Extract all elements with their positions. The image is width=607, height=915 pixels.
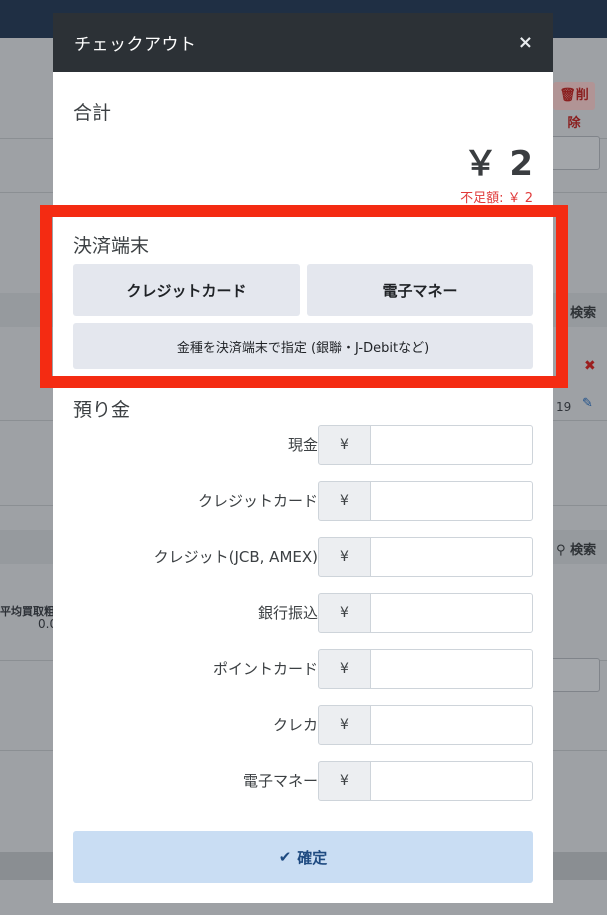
payment-method-label: 現金 xyxy=(287,436,318,454)
payment-amount-input[interactable] xyxy=(370,649,533,689)
currency-addon: ¥ xyxy=(318,761,371,801)
confirm-button[interactable]: ✔ 確定 xyxy=(73,831,533,883)
search-icon: ⚲ xyxy=(556,306,566,321)
shortage-amount: 不足額: ￥ 2 xyxy=(460,191,533,206)
pencil-icon: ✎ xyxy=(582,396,593,411)
payment-amount-input[interactable] xyxy=(370,481,533,521)
modal-header: チェックアウト × xyxy=(53,13,553,72)
currency-addon: ¥ xyxy=(318,425,371,465)
checkout-modal: チェックアウト × 合計 ￥ 2 不足額: ￥ 2 決済端末 クレジットカード … xyxy=(53,13,553,903)
payment-amount-input[interactable] xyxy=(370,425,533,465)
currency-addon: ¥ xyxy=(318,649,371,689)
payment-amount-input[interactable] xyxy=(370,705,533,745)
payment-method-label: 銀行振込 xyxy=(257,604,318,622)
background-search-button: ⚲ 検索 xyxy=(556,306,597,321)
background-number: 19 xyxy=(556,400,572,414)
terminal-credit-card-button[interactable]: クレジットカード xyxy=(73,264,300,316)
payment-row: クレジット(JCB, AMEX) ¥ xyxy=(53,537,553,577)
payment-terminal-label: 決済端末 xyxy=(73,235,150,257)
payment-method-label: クレジットカード xyxy=(197,492,318,510)
payment-row: 銀行振込 ¥ xyxy=(53,593,553,633)
payment-method-label: クレジット(JCB, AMEX) xyxy=(153,548,318,566)
currency-addon: ¥ xyxy=(318,537,371,577)
payment-amount-input[interactable] xyxy=(370,593,533,633)
payment-amount-input[interactable] xyxy=(370,537,533,577)
payment-row: 現金 ¥ xyxy=(53,425,553,465)
payment-row: クレジットカード ¥ xyxy=(53,481,553,521)
payment-method-label: 電子マネー xyxy=(242,772,318,790)
terminal-specify-type-button[interactable]: 金種を決済端末で指定 (銀聯・J-Debitなど) xyxy=(73,323,533,369)
payment-row: クレカ ¥ xyxy=(53,705,553,745)
currency-addon: ¥ xyxy=(318,593,371,633)
total-amount: ￥ 2 xyxy=(463,144,534,184)
modal-title: チェックアウト xyxy=(74,35,197,55)
payment-method-label: ポイントカード xyxy=(212,660,318,678)
total-label: 合計 xyxy=(73,102,112,124)
currency-addon: ¥ xyxy=(318,481,371,521)
terminal-e-money-button[interactable]: 電子マネー xyxy=(307,264,533,316)
confirm-label: 確定 xyxy=(297,848,328,867)
payment-method-label: クレカ xyxy=(272,716,318,734)
background-remove-icon: ✖ xyxy=(584,358,596,374)
payment-amount-input[interactable] xyxy=(370,761,533,801)
search-icon: ⚲ xyxy=(556,543,566,558)
background-delete-button: 🗑削除 xyxy=(553,82,595,131)
check-icon: ✔ xyxy=(278,848,292,866)
payment-row: ポイントカード ¥ xyxy=(53,649,553,689)
close-icon[interactable]: × xyxy=(518,32,533,53)
currency-addon: ¥ xyxy=(318,705,371,745)
deposit-label: 預り金 xyxy=(73,399,131,421)
payment-row: 電子マネー ¥ xyxy=(53,761,553,801)
background-search-button: ⚲ 検索 xyxy=(556,543,597,558)
background-textarea xyxy=(548,136,600,170)
background-textarea xyxy=(548,658,600,692)
